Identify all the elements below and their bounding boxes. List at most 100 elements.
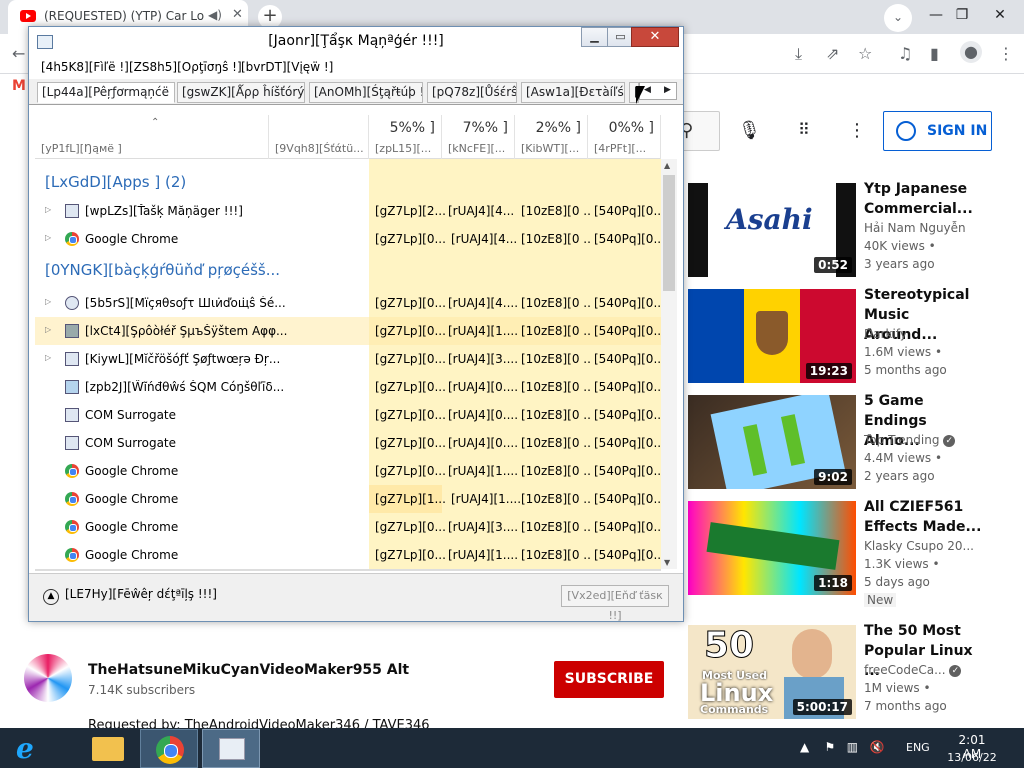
tab-app-history[interactable]: [gswZK][Ǻρρ ĥíšťórý !!] (177, 82, 305, 103)
column-status[interactable]: [9Vqh8][Śťάtü... (269, 115, 369, 159)
sign-in-button[interactable]: SIGN IN (883, 111, 992, 151)
disk-value: [10zE8][0 ... (521, 436, 591, 450)
new-badge: New (864, 593, 897, 607)
tab-processes[interactable]: [Lp44a][Pêŗƒơrmąņćë !!] (37, 82, 175, 103)
cpu-value: [gZ7Lp][0... (375, 380, 445, 394)
maximize-button[interactable]: ▭ (607, 27, 634, 47)
subscribe-button[interactable]: SUBSCRIBE (554, 661, 664, 698)
recommended-video[interactable]: 1:18 All CZIEF561 Effects Made... Klasky… (688, 499, 988, 607)
process-row[interactable]: COM Surrogate [gZ7Lp][0... [rUAJ4][0....… (35, 401, 661, 429)
close-button[interactable]: ✕ (631, 27, 679, 47)
process-row[interactable]: Google Chrome [gZ7Lp][1... [rUAJ4][1....… (35, 485, 661, 513)
task-manager-footer: ▲ [LE7Hy][Fēŵêŗ dέţªīļş !!!] [Vx2ed][Eňď … (29, 573, 683, 622)
channel-name[interactable]: freeCodeCa... (864, 663, 946, 677)
tab-close-icon[interactable]: ✕ (232, 7, 243, 22)
expand-arrow-icon[interactable]: ▷ (45, 233, 51, 242)
process-row[interactable]: Google Chrome [gZ7Lp][0... [rUAJ4][3....… (35, 513, 661, 541)
video-thumbnail[interactable]: 9:02 (688, 395, 856, 489)
menu-file[interactable]: [4h5K8][Fìľë !] (41, 60, 129, 74)
scroll-up-icon[interactable]: ▲ (664, 161, 670, 170)
menu-options[interactable]: [ZS8h5][Oρţīσŋŝ !] (129, 60, 242, 74)
tab-users[interactable]: [pQ78z][Ůśέrŝ !] (427, 82, 517, 103)
expand-arrow-icon[interactable]: ▷ (45, 353, 51, 362)
internet-explorer-icon[interactable]: e (16, 732, 34, 765)
taskbar-chrome-button[interactable] (140, 729, 198, 768)
microphone-icon[interactable]: 🎙 (738, 120, 761, 141)
scroll-down-icon[interactable]: ▼ (664, 558, 670, 567)
tab-details[interactable]: [Asw1a][Ðετàíľś !] (521, 82, 625, 103)
expand-arrow-icon[interactable]: ▷ (45, 325, 51, 334)
tab-scroll-right-icon[interactable]: ▶ (664, 85, 671, 95)
recommended-video[interactable]: Asahi 0:52 Ytp Japanese Commercial... Hả… (688, 181, 988, 283)
chrome-menu-icon[interactable]: ⋮ (998, 44, 1014, 63)
column-disk[interactable]: 2%% ] [KibWT][... (515, 115, 588, 159)
channel-avatar[interactable] (24, 654, 72, 702)
video-channel[interactable]: Darkify (864, 327, 907, 341)
channel-name[interactable]: Top Trending (864, 433, 939, 447)
mouse-cursor-icon (636, 86, 649, 104)
video-channel[interactable]: Top Trending ✓ (864, 433, 956, 447)
video-thumbnail[interactable]: 50 Most Used Linux Commands 5:00:17 (688, 625, 856, 719)
menu-view[interactable]: [bvrDT][Vįęẅ !] (241, 60, 333, 74)
scrollbar-thumb[interactable] (663, 175, 675, 291)
process-row[interactable]: ▷ [lxCt4][Şρôòłéř ŞμъŠÿštem Aφφ... [gZ7L… (35, 317, 661, 345)
column-name[interactable]: [yP1fL][Ŋąмё ] (35, 115, 269, 159)
bookmark-star-icon[interactable]: ☆ (858, 44, 872, 63)
disk-value: [10zE8][0 ... (521, 352, 591, 366)
process-row[interactable]: ▷ [5b5rS][Mïçяθsoƒτ Шιи̇ďoщ̇ŝ Śé... [gZ7… (35, 289, 661, 317)
video-thumbnail[interactable]: Asahi 0:52 (688, 183, 856, 277)
video-channel[interactable]: freeCodeCa... ✓ (864, 663, 962, 677)
process-row[interactable]: ▷ Google Chrome [gZ7Lp][0... [rUAJ4][4..… (35, 225, 661, 253)
speaker-icon[interactable]: ◀) (208, 8, 222, 22)
volume-muted-icon[interactable]: 🔇 (870, 740, 885, 754)
recommended-video[interactable]: 9:02 5 Game Endings Almo... Top Trending… (688, 393, 988, 495)
tab-search-chevron-icon[interactable]: ⌄ (884, 4, 912, 32)
share-icon[interactable]: ⇗ (826, 44, 839, 63)
install-icon[interactable]: ⤓ (795, 44, 802, 64)
video-thumbnail[interactable]: 1:18 (688, 501, 856, 595)
input-language-indicator[interactable]: ENG (906, 741, 930, 754)
profile-avatar-icon[interactable]: ● (960, 41, 982, 63)
video-thumbnail[interactable]: 19:23 (688, 289, 856, 383)
recommended-video[interactable]: 19:23 Stereotypical Music Around... Dark… (688, 287, 988, 389)
video-channel[interactable]: Hải Nam Nguyễn (864, 221, 966, 235)
video-title[interactable]: All CZIEF561 Effects Made... (864, 497, 984, 537)
process-row[interactable]: Google Chrome [gZ7Lp][0... [rUAJ4][1....… (35, 457, 661, 485)
fewer-details-button[interactable]: ▲ [LE7Hy][Fēŵêŗ dέţªīļş !!!] (43, 587, 217, 605)
process-row[interactable]: ▷ [KiywL][Mĭčřöšóƒť Şøƒtwœŗə Ðŗ... [gZ7L… (35, 345, 661, 373)
back-arrow-icon[interactable]: ← (12, 44, 25, 63)
minimize-button[interactable]: ▁ (581, 27, 608, 47)
media-control-icon[interactable]: ♫ (898, 44, 912, 63)
network-icon[interactable]: ▥ (847, 740, 858, 754)
channel-name[interactable]: TheHatsuneMikuCyanVideoMaker955 Alt (88, 662, 409, 678)
end-task-button[interactable]: [Vx2ed][Eňď ťäsк !!] (561, 585, 669, 622)
column-network[interactable]: 0%% ] [4rPFt][... (588, 115, 661, 159)
file-explorer-icon[interactable] (92, 737, 124, 761)
task-manager-title-bar[interactable]: [Jaonr][Ţẩşκ Mąņªģér !!!] ▁ ▭ ✕ (29, 27, 683, 57)
clock-date[interactable]: 13/06/22 (944, 751, 1000, 764)
side-panel-icon[interactable]: ▮ (930, 44, 939, 63)
expand-arrow-icon[interactable]: ▷ (45, 205, 51, 214)
process-row[interactable]: ▷ [wpLZs][Ťašķ Măņäger !!!] [gZ7Lp][2...… (35, 197, 661, 225)
video-title[interactable]: Ytp Japanese Commercial... (864, 179, 984, 219)
more-options-icon[interactable]: ⋮ (848, 120, 866, 141)
expand-arrow-icon[interactable]: ▷ (45, 297, 51, 306)
process-row[interactable]: COM Surrogate [gZ7Lp][0... [rUAJ4][0....… (35, 429, 661, 457)
video-channel[interactable]: Klasky Csupo 20... (864, 539, 974, 553)
process-name: COM Surrogate (85, 408, 177, 422)
process-row[interactable]: Google Chrome [gZ7Lp][0... [rUAJ4][1....… (35, 541, 661, 569)
window-restore-button[interactable]: ❐ (944, 0, 980, 32)
window-close-button[interactable]: ✕ (982, 0, 1018, 32)
gmail-bookmark-icon[interactable]: M (12, 78, 26, 94)
taskbar-task-manager-button[interactable] (202, 729, 260, 768)
window-app-icon (65, 408, 79, 422)
show-hidden-icons-icon[interactable]: ▲ (800, 740, 809, 754)
action-center-flag-icon[interactable]: ⚑ (825, 740, 836, 754)
network-value: [540Pq][0... (594, 436, 661, 450)
process-row[interactable]: [zpb2J][Ŵĩńđθŵś ŠQM Cóŋšθľīδ... [gZ7Lp][… (35, 373, 661, 401)
apps-grid-icon[interactable]: ⠿ (798, 120, 810, 139)
tab-startup[interactable]: [AnOMh][Śţąřŧúþ !] (309, 82, 423, 103)
recommended-video[interactable]: 50 Most Used Linux Commands 5:00:17 The … (688, 623, 988, 725)
column-memory[interactable]: 7%% ] [kNcFE][... (442, 115, 515, 159)
column-cpu[interactable]: 5%% ] [zpL15][... (369, 115, 442, 159)
